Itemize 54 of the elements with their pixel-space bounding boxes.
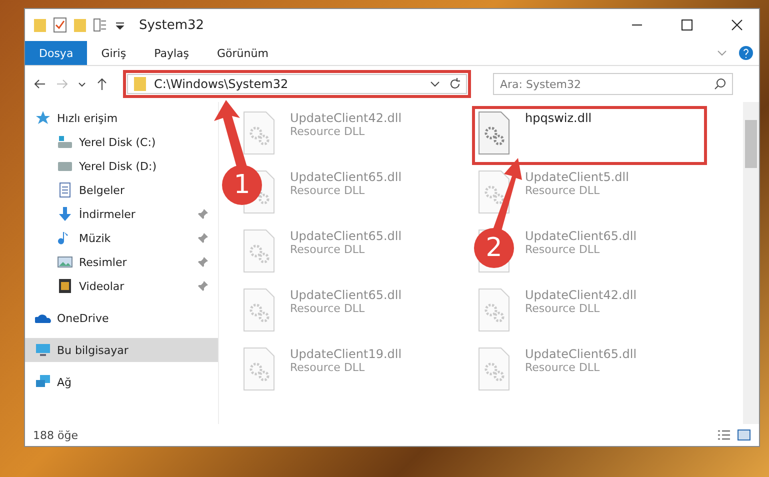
document-icon [57,182,73,198]
details-view-icon[interactable] [717,429,731,441]
scroll-thumb[interactable] [745,120,757,168]
drive-icon [57,134,73,150]
sidebar-item[interactable]: Müzik [25,226,218,250]
sidebar-item[interactable]: Ağ [25,370,218,394]
ribbon-tab[interactable]: Giriş [87,41,140,65]
help-icon[interactable] [739,46,753,60]
ribbon-tab[interactable]: Dosya [25,41,88,65]
ribbon-tab[interactable]: Görünüm [203,41,282,65]
file-type: Resource DLL [290,361,366,374]
ribbon-tab[interactable]: Paylaş [140,41,203,65]
file-name[interactable]: hpqswiz.dll [525,111,592,125]
search-icon [713,76,727,91]
file-type: Resource DLL [525,184,601,197]
scrollbar[interactable] [743,102,759,424]
film-icon [57,278,73,294]
item-count: 188 öğe [33,428,79,442]
highlighted-file[interactable]: hpqswiz.dll [472,106,707,165]
up-icon[interactable] [95,77,109,91]
checklist-icon[interactable] [53,17,67,33]
sidebar-item[interactable]: İndirmeler [25,202,218,226]
folder-icon [33,17,47,33]
sidebar-item[interactable]: Videolar [25,274,218,298]
properties-icon[interactable] [93,17,107,33]
network-icon [35,374,51,390]
file-type: Resource DLL [525,243,601,256]
file-type: Resource DLL [290,125,366,138]
close-icon [731,19,743,31]
back-icon[interactable] [33,77,47,91]
sidebar-item[interactable]: Bu bilgisayar [25,338,218,362]
sidebar-item[interactable]: Belgeler [25,178,218,202]
folder-icon [132,76,148,92]
sidebar-item[interactable]: Yerel Disk (C:) [25,130,218,154]
large-icons-view-icon[interactable] [737,429,751,441]
file-type: Resource DLL [290,243,366,256]
search-field[interactable]: Ara: System32 [493,73,733,96]
sidebar-item[interactable]: Yerel Disk (D:) [25,154,218,178]
window-title: System32 [139,18,204,32]
file-type: Resource DLL [525,361,601,374]
maximize-icon [681,19,693,31]
picture-icon [57,254,73,270]
star-icon [35,110,51,126]
monitor-icon [35,342,51,358]
sidebar-item[interactable]: Resimler [25,250,218,274]
sidebar-item[interactable]: OneDrive [25,306,218,330]
address-path: C:\Windows\System32 [154,77,290,91]
sidebar-item[interactable]: Hızlı erişim [25,106,218,130]
refresh-icon[interactable] [448,77,462,91]
address-field[interactable]: C:\Windows\System32 [127,74,467,94]
file-type: Resource DLL [290,184,366,197]
download-arrow-icon [57,206,73,222]
file-type: Resource DLL [290,302,366,315]
file-type: Resource DLL [525,302,601,315]
